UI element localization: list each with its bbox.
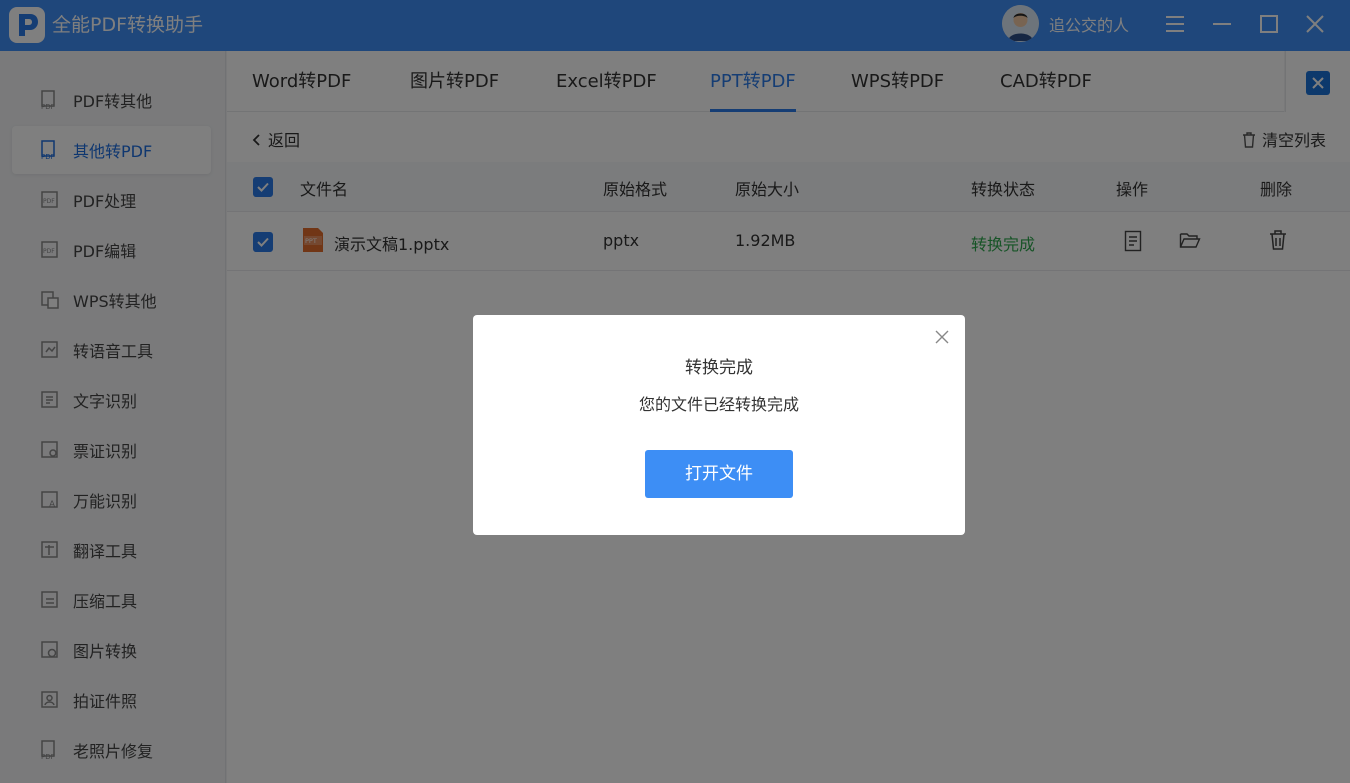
open-file-button[interactable]: 打开文件 (645, 450, 793, 498)
close-icon[interactable] (934, 329, 950, 345)
dialog-title: 转换完成 (685, 358, 753, 378)
dialog-message: 您的文件已经转换完成 (638, 395, 799, 414)
conversion-complete-dialog: 转换完成 您的文件已经转换完成 打开文件 (473, 315, 965, 535)
